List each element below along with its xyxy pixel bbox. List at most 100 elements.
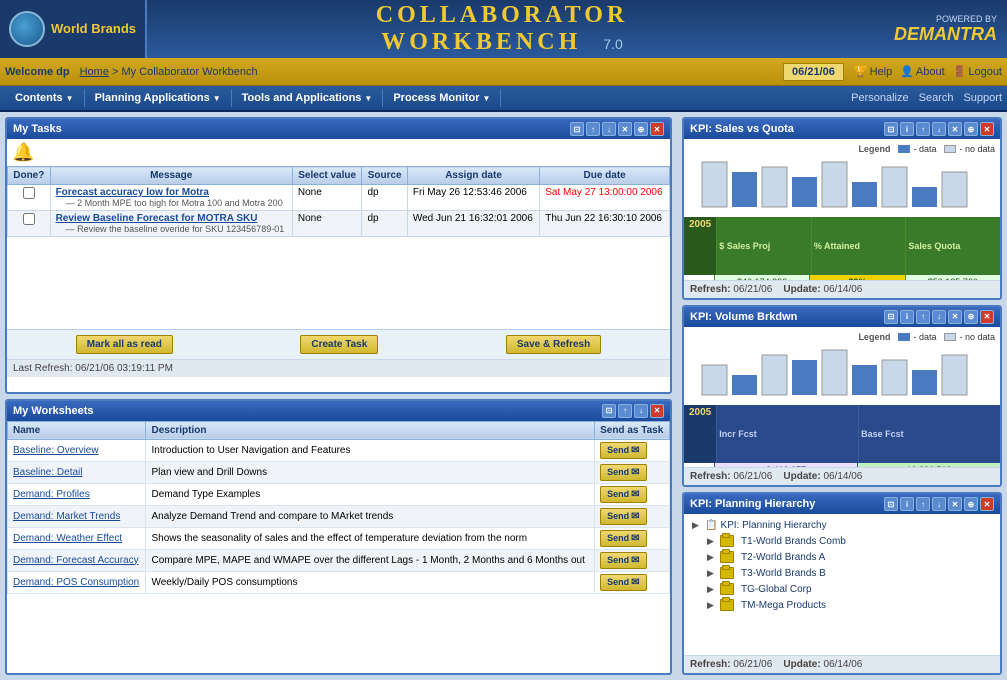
send-button-4[interactable]: Send ✉ <box>600 508 646 525</box>
demantra-brand: DEMANTRA <box>857 24 997 45</box>
task-sub-1: — 2 Month MPE too high for Motra 100 and… <box>56 198 287 208</box>
tree-item-tm[interactable]: ▶ TM-Mega Products <box>703 597 996 613</box>
tree-item-tg[interactable]: ▶ TG-Global Corp <box>703 581 996 597</box>
help-button[interactable]: 🏆 Help <box>854 65 892 78</box>
menu-contents[interactable]: Contents ▼ <box>5 89 85 107</box>
tasks-icon-1[interactable]: ⊡ <box>570 122 584 136</box>
task-link-1[interactable]: Forecast accuracy low for Motra <box>56 187 287 198</box>
kpi-sales-icon-5[interactable]: ✕ <box>948 122 962 136</box>
tree-item-t1[interactable]: ▶ T1-World Brands Comb <box>703 533 996 549</box>
ws-link-7[interactable]: Demand: POS Consumption <box>13 577 139 588</box>
ws-link-2[interactable]: Baseline: Detail <box>13 467 82 478</box>
menu-tools-applications[interactable]: Tools and Applications ▼ <box>232 89 384 107</box>
ws-close-icon[interactable]: ✕ <box>650 404 664 418</box>
kpi-vol-icon-4[interactable]: ↓ <box>932 310 946 324</box>
menu-process-monitor[interactable]: Process Monitor ▼ <box>383 89 501 107</box>
kpi-volume-chart <box>692 345 992 400</box>
kpi-col-sales-proj: $ Sales Proj <box>716 217 811 275</box>
globe-icon <box>9 11 45 47</box>
process-arrow-icon: ▼ <box>483 94 491 103</box>
app-header: World Brands COLLABORATOR WORKBENCH 7.0 … <box>0 0 1007 58</box>
kpi-hier-icon-5[interactable]: ✕ <box>948 497 962 511</box>
kpi-sales-close-icon[interactable]: ✕ <box>980 122 994 136</box>
kpi-vol-icon-1[interactable]: ⊡ <box>884 310 898 324</box>
tasks-close-icon[interactable]: ✕ <box>650 122 664 136</box>
tree-root[interactable]: ▶ 📋 KPI: Planning Hierarchy <box>688 518 996 533</box>
kpi-hier-icon-2[interactable]: i <box>900 497 914 511</box>
ws-icon-2[interactable]: ↑ <box>618 404 632 418</box>
kpi-vol-data-row: 2005 Incr Fcst Base Fcst <box>684 405 1000 463</box>
tree-item-t3[interactable]: ▶ T3-World Brands B <box>703 565 996 581</box>
tasks-icon-5[interactable]: ⊕ <box>634 122 648 136</box>
kpi-sales-icons: ⊡ i ↑ ↓ ✕ ⊕ ✕ <box>884 122 994 136</box>
save-refresh-button[interactable]: Save & Refresh <box>506 335 601 354</box>
menu-planning-applications[interactable]: Planning Applications ▼ <box>85 89 232 107</box>
kpi-hier-icon-6[interactable]: ⊕ <box>964 497 978 511</box>
legend-nodata: - no data <box>944 144 995 154</box>
logout-button[interactable]: 🚪 Logout <box>953 65 1002 78</box>
ws-link-5[interactable]: Demand: Weather Effect <box>13 533 122 544</box>
title-line1: COLLABORATOR <box>147 2 857 29</box>
task-link-2[interactable]: Review Baseline Forecast for MOTRA SKU <box>56 213 287 224</box>
personalize-link[interactable]: Personalize <box>851 92 908 104</box>
worksheets-title: My Worksheets <box>13 405 94 417</box>
kpi-volume-title: KPI: Volume Brkdwn <box>690 311 797 323</box>
kpi-vol-values-row: 2,419,077 10,236,518 <box>684 463 1000 468</box>
kpi-sales-icon-3[interactable]: ↑ <box>916 122 930 136</box>
tree-item-t2[interactable]: ▶ T2-World Brands A <box>703 549 996 565</box>
legend-vol-data: - data <box>898 332 936 342</box>
tasks-icon-3[interactable]: ↓ <box>602 122 616 136</box>
kpi-volume-chart-area: Legend - data - no data <box>684 327 1000 405</box>
kpi-hier-icon-4[interactable]: ↓ <box>932 497 946 511</box>
list-item: Demand: POS Consumption Weekly/Daily POS… <box>8 571 670 593</box>
search-link[interactable]: Search <box>919 92 954 104</box>
send-button-7[interactable]: Send ✉ <box>600 574 646 591</box>
kpi-sales-cols: $ Sales Proj % Attained Sales Quota <box>716 217 1000 275</box>
kpi-sales-icon-2[interactable]: i <box>900 122 914 136</box>
kpi-val-base: 10,236,518 <box>857 463 1000 468</box>
tree-children: ▶ T1-World Brands Comb ▶ T2-World Brands… <box>688 533 996 613</box>
kpi-vol-icon-5[interactable]: ✕ <box>948 310 962 324</box>
kpi-hier-icon-1[interactable]: ⊡ <box>884 497 898 511</box>
home-link[interactable]: Home <box>80 66 109 78</box>
kpi-vol-icon-6[interactable]: ⊕ <box>964 310 978 324</box>
done-checkbox-1[interactable] <box>23 187 35 199</box>
ws-icon-1[interactable]: ⊡ <box>602 404 616 418</box>
ws-link-1[interactable]: Baseline: Overview <box>13 445 99 456</box>
mark-all-read-button[interactable]: Mark all as read <box>76 335 173 354</box>
table-row: Forecast accuracy low for Motra — 2 Mont… <box>8 185 670 211</box>
kpi-sales-icon-4[interactable]: ↓ <box>932 122 946 136</box>
ws-link-4[interactable]: Demand: Market Trends <box>13 511 120 522</box>
send-icon-5: ✉ <box>631 533 639 544</box>
legend-vol-data-box <box>898 333 910 341</box>
create-task-button[interactable]: Create Task <box>300 335 378 354</box>
kpi-vol-close-icon[interactable]: ✕ <box>980 310 994 324</box>
send-button-6[interactable]: Send ✉ <box>600 552 646 569</box>
tasks-table-container[interactable]: 🔔 Done? Message Select value Source Assi… <box>7 139 670 329</box>
kpi-hier-icon-3[interactable]: ↑ <box>916 497 930 511</box>
send-icon-2: ✉ <box>631 467 639 478</box>
kpi-volume-legend: Legend - data - no data <box>689 332 995 342</box>
send-button-1[interactable]: Send ✉ <box>600 442 646 459</box>
kpi-sales-icon-1[interactable]: ⊡ <box>884 122 898 136</box>
send-button-3[interactable]: Send ✉ <box>600 486 646 503</box>
ws-icon-3[interactable]: ↓ <box>634 404 648 418</box>
kpi-volume-content: Legend - data - no data <box>684 327 1000 468</box>
kpi-sales-header: KPI: Sales vs Quota ⊡ i ↑ ↓ ✕ ⊕ ✕ <box>684 119 1000 139</box>
kpi-sales-icon-6[interactable]: ⊕ <box>964 122 978 136</box>
breadcrumb: Home > My Collaborator Workbench <box>80 66 783 78</box>
kpi-hier-close-icon[interactable]: ✕ <box>980 497 994 511</box>
about-button[interactable]: 👤 About <box>900 65 944 78</box>
kpi-vol-icon-2[interactable]: i <box>900 310 914 324</box>
kpi-vol-icon-3[interactable]: ↑ <box>916 310 930 324</box>
ws-link-3[interactable]: Demand: Profiles <box>13 489 90 500</box>
send-button-2[interactable]: Send ✉ <box>600 464 646 481</box>
support-link[interactable]: Support <box>963 92 1002 104</box>
ws-link-6[interactable]: Demand: Forecast Accuracy <box>13 555 139 566</box>
tasks-icon-4[interactable]: ✕ <box>618 122 632 136</box>
welcome-text: Welcome dp <box>5 66 70 78</box>
worksheets-table-container[interactable]: Name Description Send as Task Baseline: … <box>7 421 670 594</box>
done-checkbox-2[interactable] <box>23 213 35 225</box>
send-button-5[interactable]: Send ✉ <box>600 530 646 547</box>
tasks-icon-2[interactable]: ↑ <box>586 122 600 136</box>
